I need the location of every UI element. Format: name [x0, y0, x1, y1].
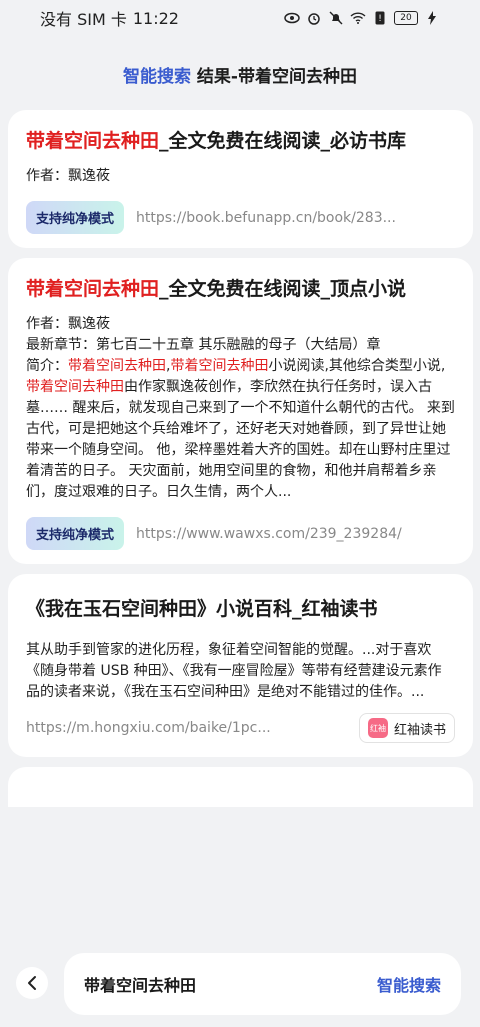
bottom-search-bar: 带着空间去种田 智能搜索: [0, 950, 480, 1027]
wifi-icon: [350, 10, 366, 26]
result-snippet: 其从助手到管家的进化历程，象征着空间智能的觉醒。...对于喜欢《随身带着 USB…: [26, 642, 442, 700]
pure-mode-badge[interactable]: 支持纯净模式: [26, 201, 125, 234]
result-title[interactable]: 带着空间去种田_全文免费在线阅读_必访书库: [26, 126, 455, 156]
result-author: 作者：飘逸莜: [26, 168, 110, 184]
result-card[interactable]: 带着空间去种田_全文免费在线阅读_必访书库 作者：飘逸莜 支持纯净模式 http…: [8, 110, 473, 248]
intro-highlight: 带着空间去种田: [170, 358, 269, 374]
carrier-text: 没有 SIM 卡: [40, 10, 127, 29]
search-input[interactable]: 带着空间去种田 智能搜索: [64, 953, 461, 1015]
mute-bell-icon: [328, 10, 344, 26]
result-card[interactable]: 带着空间去种田_全文免费在线阅读_顶点小说 作者：飘逸莜 最新章节：第七百二十五…: [8, 258, 473, 564]
status-bar: 没有 SIM 卡 11:22 ! 20: [0, 0, 480, 36]
result-url[interactable]: https://www.wawxs.com/239_239284/: [136, 526, 455, 542]
intro-label: 简介：: [26, 358, 68, 374]
brand-label: 智能搜索: [123, 67, 191, 87]
result-card-partial[interactable]: [8, 767, 473, 807]
back-button[interactable]: [16, 967, 48, 999]
title-highlight: 带着空间去种田: [26, 278, 160, 300]
site-chip[interactable]: 红袖 红袖读书: [358, 713, 455, 743]
page-title-text: 结果-带着空间去种田: [196, 67, 357, 87]
result-url[interactable]: https://book.befunapp.cn/book/283...: [136, 210, 455, 226]
intro-text: 由作家飘逸莜创作，李欣然在执行任务时，误入古墓…… 醒来后，就发现自己来到了一个…: [26, 379, 455, 500]
intro-highlight: 带着空间去种田: [26, 379, 124, 395]
result-title[interactable]: 带着空间去种田_全文免费在线阅读_顶点小说: [26, 274, 455, 304]
search-query-text[interactable]: 带着空间去种田: [84, 972, 196, 996]
alarm-icon: [306, 10, 322, 26]
title-highlight: 带着空间去种田: [26, 130, 160, 152]
chevron-left-icon: [28, 976, 36, 990]
eye-icon: [284, 10, 300, 26]
battery-icon: 20: [394, 11, 418, 25]
sim-alert-icon: !: [372, 10, 388, 26]
smart-search-button[interactable]: 智能搜索: [377, 972, 441, 996]
clock-text: 11:22: [132, 8, 179, 28]
pure-mode-badge[interactable]: 支持纯净模式: [26, 517, 125, 550]
intro-text: 小说阅读,其他综合类型小说,: [268, 358, 446, 374]
result-url[interactable]: https://m.hongxiu.com/baike/1pc...: [26, 720, 347, 736]
results-list: 带着空间去种田_全文免费在线阅读_必访书库 作者：飘逸莜 支持纯净模式 http…: [8, 110, 473, 807]
hongxiu-logo-icon: 红袖: [367, 718, 388, 738]
intro-highlight: 带着空间去种田: [68, 358, 166, 374]
result-card[interactable]: 《我在玉石空间种田》小说百科_红袖读书 其从助手到管家的进化历程，象征着空间智能…: [8, 574, 473, 757]
site-name: 红袖读书: [393, 722, 446, 738]
svg-text:!: !: [378, 14, 382, 24]
title-text: _全文免费在线阅读_必访书库: [159, 130, 407, 152]
result-latest-chapter: 最新章节：第七百二十五章 其乐融融的母子（大结局）章: [26, 337, 381, 353]
result-title[interactable]: 《我在玉石空间种田》小说百科_红袖读书: [26, 594, 455, 624]
result-intro: 简介：带着空间去种田,带着空间去种田小说阅读,其他综合类型小说,带着空间去种田由…: [26, 356, 455, 503]
title-text: _全文免费在线阅读_顶点小说: [159, 278, 407, 300]
page-title: 智能搜索 结果-带着空间去种田: [0, 62, 480, 87]
charging-icon: [424, 10, 440, 26]
result-author: 作者：飘逸莜: [26, 316, 110, 332]
